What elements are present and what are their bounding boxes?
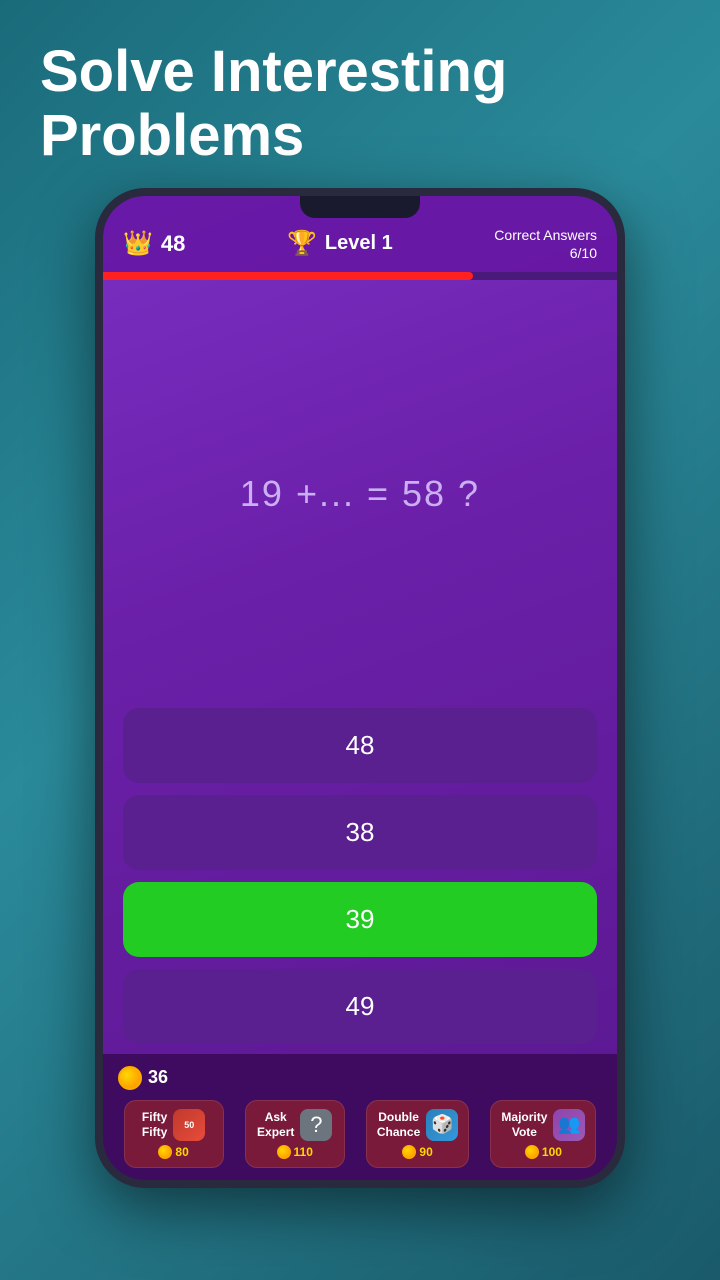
small-coin-2 (277, 1145, 291, 1159)
level-icon: 🏆 (287, 229, 317, 258)
powerup-ask-expert[interactable]: AskExpert ? 110 (245, 1100, 345, 1168)
phone-screen: 👑 48 🏆 Level 1 Correct Answers 6/10 19 +… (103, 196, 617, 1180)
powerup-fifty-cost: 80 (158, 1145, 188, 1159)
powerup-ask-name: AskExpert (257, 1110, 294, 1139)
answers-area: 48 38 39 49 (103, 708, 617, 1054)
question-area: 19 +... = 58 ? (103, 280, 617, 708)
powerup-fifty-name: FiftyFifty (142, 1110, 167, 1139)
small-coin-3 (402, 1145, 416, 1159)
answer-button-0[interactable]: 48 (123, 708, 597, 783)
small-coin-1 (158, 1145, 172, 1159)
score-value: 48 (161, 231, 185, 257)
powerup-ask-top: AskExpert ? (257, 1109, 332, 1141)
correct-answers: Correct Answers 6/10 (494, 226, 597, 262)
powerup-chance-name: DoubleChance (377, 1110, 420, 1139)
powerup-vote-top: MajorityVote 👥 (501, 1109, 585, 1141)
powerup-chance-cost: 90 (402, 1145, 432, 1159)
coins-count: 36 (148, 1067, 168, 1088)
powerup-double-chance[interactable]: DoubleChance 🎲 90 (366, 1100, 469, 1168)
small-coin-4 (525, 1145, 539, 1159)
vote-badge: 👥 (553, 1109, 585, 1141)
title-line1: Solve Interesting (40, 39, 507, 104)
answer-button-1[interactable]: 38 (123, 795, 597, 870)
powerup-vote-name: MajorityVote (501, 1110, 547, 1139)
phone-notch (300, 196, 420, 218)
ask-icon: ? (300, 1109, 332, 1141)
question-text: 19 +... = 58 ? (240, 473, 480, 515)
crown-icon: 👑 (123, 229, 153, 258)
powerup-ask-cost: 110 (277, 1145, 313, 1159)
coins-display: 36 (118, 1066, 602, 1090)
answer-button-2[interactable]: 39 (123, 882, 597, 957)
title-line2: Problems (40, 103, 304, 168)
fifty-badge: 50 (173, 1109, 205, 1141)
powerup-majority-vote[interactable]: MajorityVote 👥 100 (490, 1100, 596, 1168)
bottom-bar: 36 FiftyFifty 50 80 (103, 1054, 617, 1180)
timer-bar (103, 272, 473, 280)
chance-badge: 🎲 (426, 1109, 458, 1141)
level-label: Level 1 (325, 232, 393, 255)
powerups-row: FiftyFifty 50 80 AskExpert ? (118, 1100, 602, 1168)
answer-button-3[interactable]: 49 (123, 969, 597, 1044)
powerup-chance-top: DoubleChance 🎲 (377, 1109, 458, 1141)
page-title: Solve Interesting Problems (0, 0, 720, 188)
powerup-fifty-top: FiftyFifty 50 (142, 1109, 205, 1141)
score-section: 👑 48 (123, 229, 185, 258)
coin-icon (118, 1066, 142, 1090)
level-section: 🏆 Level 1 (287, 229, 393, 258)
phone-mockup: 👑 48 🏆 Level 1 Correct Answers 6/10 19 +… (95, 188, 625, 1188)
powerup-fifty-fifty[interactable]: FiftyFifty 50 80 (124, 1100, 224, 1168)
timer-bar-container (103, 272, 617, 280)
powerup-vote-cost: 100 (525, 1145, 562, 1159)
